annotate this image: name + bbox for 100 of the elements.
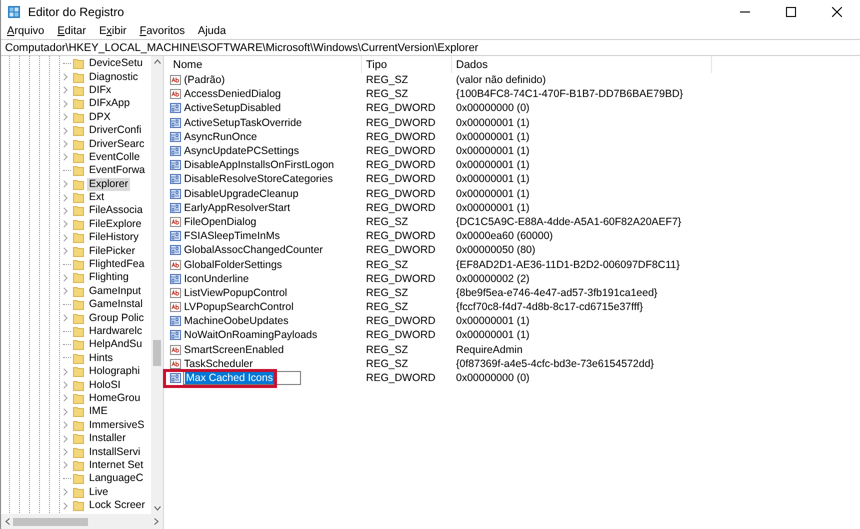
tree-item[interactable]: FilePicker [87,244,138,258]
value-data: {8be9f5ea-e746-4e47-ad57-3fb191ca1eed} [455,286,658,300]
folder-icon [73,286,84,297]
tree-item[interactable]: Live [87,486,110,499]
value-name[interactable]: IconUnderline [183,272,250,285]
scroll-thumb[interactable] [153,340,161,366]
value-name[interactable]: DisableResolveStoreCategories [183,173,334,186]
column-header[interactable]: Tipo [362,56,452,73]
value-data: 0x00000001 (1) [455,158,531,172]
value-name[interactable]: DisableAppInstallsOnFirstLogon [183,159,335,172]
value-name[interactable]: EarlyAppResolverStart [183,202,292,214]
folder-icon [73,165,84,176]
value-name[interactable]: MachineOobeUpdates [183,315,290,328]
tree-item[interactable]: Hardwarelc [87,325,144,338]
value-data: (valor não definido) [455,73,547,88]
tree-item[interactable]: FileExplore [87,218,144,231]
scroll-down-icon[interactable] [154,506,160,511]
value-name[interactable]: NoWaitOnRoamingPayloads [183,329,318,342]
value-name[interactable]: GlobalAssocChangedCounter [183,244,324,256]
tree-item[interactable]: GameInstal [87,298,145,312]
tree-item[interactable]: DIFx [87,84,114,97]
value-name[interactable]: (Padrão) [183,74,226,86]
tree-item[interactable]: Internet Set [87,458,146,472]
tree-item[interactable]: Holographi [87,365,142,378]
value-data: 0x00000001 (1) [455,172,531,186]
value-type: REG_SZ [365,342,410,357]
tree-item[interactable]: Installer [87,432,128,446]
tree-item[interactable]: DIFxApp [87,97,132,110]
scroll-left-icon[interactable] [5,518,10,525]
tree-item[interactable]: Flighting [87,271,131,284]
rename-field[interactable]: Max Cached Icons [183,371,301,386]
scroll-right-icon[interactable] [154,518,159,525]
folder-icon [73,232,84,244]
value-name[interactable]: FileOpenDialog [183,216,258,228]
folder-icon [73,84,84,96]
tree-item[interactable]: HelpAndSu [87,338,144,352]
tree-item[interactable]: Lock Screer [87,499,148,512]
tree-item[interactable]: EventForwa [87,164,148,178]
column-header[interactable]: Nome [169,56,362,73]
tree-item[interactable]: GameInput [87,284,143,298]
address-bar[interactable]: Computador\HKEY_LOCAL_MACHINE\SOFTWARE\Microsoft\Windows\CurrentVersion\Explorer [1,39,860,56]
value-name[interactable]: GlobalFolderSettings [183,258,284,271]
folder-icon [73,500,84,512]
value-name[interactable]: TaskScheduler [183,358,254,370]
tree-item[interactable]: Group Polic [87,312,146,325]
value-name[interactable]: DisableUpgradeCleanup [183,188,300,200]
value-type: REG_SZ [365,214,410,230]
value-name[interactable]: ListViewPopupControl [183,286,288,299]
value-data: 0x00000050 (80) [455,243,536,258]
tree-item[interactable]: LanguageC [87,472,146,486]
menu-item[interactable]: Favoritos [138,24,186,36]
tree-item[interactable]: FlightedFea [87,258,146,272]
value-name[interactable]: ActiveSetupDisabled [183,102,282,114]
menu-item[interactable]: Exibir [98,24,128,36]
folder-icon [73,272,84,284]
value-name[interactable]: FSIASleepTimeInMs [183,230,281,242]
tree-item[interactable]: DriverConfi [87,124,144,138]
tree-item[interactable]: Diagnostic [87,70,140,84]
tree-item[interactable]: Ext [87,191,106,204]
vertical-scrollbar[interactable] [151,56,163,514]
tree-item[interactable]: Explorer [87,178,130,191]
value-type: REG_DWORD [365,172,436,186]
column-header[interactable]: Dados [452,56,712,73]
tree-item[interactable]: EventColle [87,150,142,164]
scroll-up-icon[interactable] [154,59,160,64]
tree-item[interactable]: IME [87,405,110,418]
string-value-icon [170,344,181,355]
value-name[interactable]: ActiveSetupTaskOverride [183,116,303,129]
value-name[interactable]: AsyncRunOnce [183,130,258,143]
value-type: REG_DWORD [365,328,436,343]
folder-icon [73,460,84,471]
string-value-icon [170,302,181,312]
tree-item[interactable]: InstallServi [87,446,142,459]
tree-item[interactable]: DeviceSetu [87,57,145,70]
value-name[interactable]: AsyncUpdatePCSettings [183,145,300,158]
value-type: REG_DWORD [365,186,436,201]
menu-item[interactable]: Editar [56,24,88,36]
folder-icon [73,138,84,150]
tree-item[interactable]: HoloSI [87,378,123,392]
value-data: 0x00000002 (2) [455,272,531,286]
binary-value-icon [170,146,181,156]
chevron-right-icon[interactable] [63,314,68,322]
tree-item[interactable]: DriverSearc [87,138,146,151]
horizontal-scrollbar[interactable] [1,514,163,529]
menu-item[interactable]: Arquivo [6,24,46,36]
value-type: REG_DWORD [365,314,436,328]
tree-item[interactable]: FileAssocia [87,204,145,218]
tree-item[interactable]: DPX [87,110,113,124]
tree-item[interactable]: Hints [87,352,115,365]
tree-item[interactable]: ImmersiveS [87,418,146,432]
tree-item[interactable]: HomeGrou [87,392,142,405]
value-name[interactable]: LVPopupSearchControl [183,301,295,314]
value-name[interactable]: SmartScreenEnabled [183,344,285,356]
close-icon [832,6,842,16]
menu-item[interactable]: Ajuda [196,24,227,36]
tree-item[interactable]: FileHistory [87,231,141,244]
scroll-thumb[interactable] [13,518,88,526]
value-name[interactable]: AccessDeniedDialog [183,88,282,100]
value-type: REG_DWORD [365,200,436,215]
value-type: REG_SZ [365,356,410,371]
